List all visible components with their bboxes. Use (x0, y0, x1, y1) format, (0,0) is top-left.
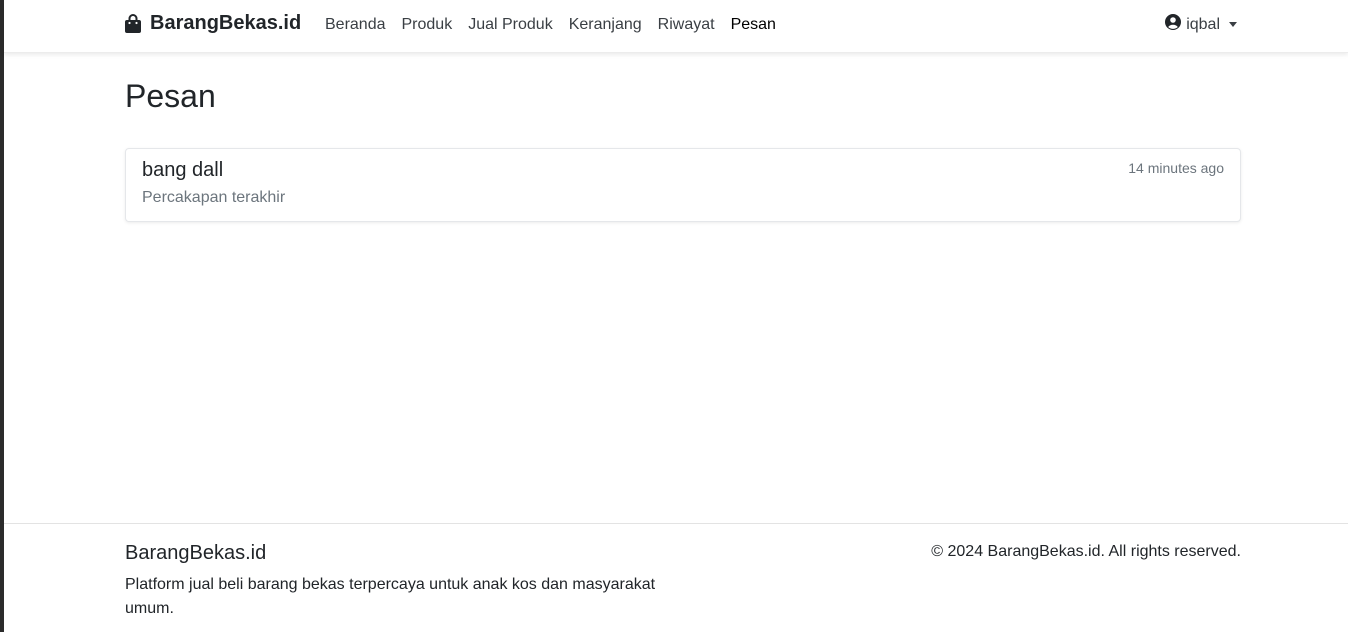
user-circle-icon (1165, 14, 1182, 35)
brand-name: BarangBekas.id (150, 12, 302, 34)
nav-links: Beranda Produk Jual Produk Keranjang Riw… (317, 0, 784, 50)
conversation-preview: Percakapan terakhir (142, 189, 286, 206)
nav-item-keranjang[interactable]: Keranjang (561, 16, 650, 34)
conversation-item[interactable]: bang dall Percakapan terakhir 14 minutes… (125, 148, 1241, 222)
shopping-bag-icon (124, 13, 142, 34)
nav-item-pesan[interactable]: Pesan (723, 16, 784, 34)
top-navbar: BarangBekas.id Beranda Produk Jual Produ… (4, 0, 1348, 53)
nav-item-beranda[interactable]: Beranda (317, 16, 394, 34)
footer: BarangBekas.id Platform jual beli barang… (4, 523, 1348, 632)
conversation-name: bang dall (142, 159, 224, 181)
nav-item-riwayat[interactable]: Riwayat (650, 16, 723, 34)
user-dropdown[interactable]: iqbal (1165, 14, 1237, 35)
footer-brand: BarangBekas.id (125, 542, 267, 564)
nav-item-produk[interactable]: Produk (394, 16, 461, 34)
username: iqbal (1186, 15, 1220, 33)
footer-description: Platform jual beli barang bekas terperca… (125, 576, 656, 617)
brand-link[interactable]: BarangBekas.id (124, 12, 301, 35)
conversation-time: 14 minutes ago (1128, 160, 1224, 176)
page-title: Pesan (125, 78, 216, 114)
nav-item-jual-produk[interactable]: Jual Produk (460, 16, 561, 34)
footer-copyright: © 2024 BarangBekas.id. All rights reserv… (931, 543, 1241, 560)
chevron-down-icon (1229, 22, 1237, 27)
